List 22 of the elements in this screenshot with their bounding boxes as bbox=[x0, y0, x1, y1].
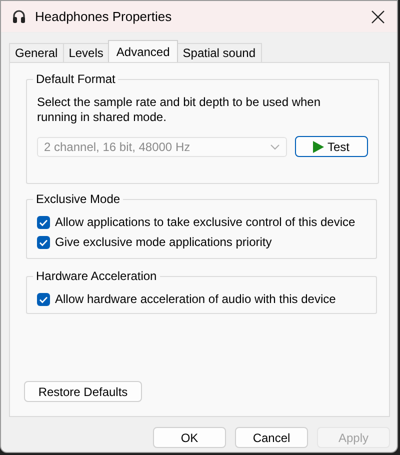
checkbox-label: Allow hardware acceleration of audio with this device bbox=[55, 292, 336, 306]
group-title: Hardware Acceleration bbox=[35, 269, 158, 283]
checkbox[interactable] bbox=[37, 292, 50, 306]
group-title: Exclusive Mode bbox=[35, 192, 122, 206]
dialog-button[interactable]: Cancel bbox=[235, 427, 308, 448]
headphones-icon bbox=[12, 9, 26, 24]
checkbox[interactable] bbox=[37, 236, 50, 248]
checkbox-label: Allow applications to take exclusive control of this device bbox=[55, 215, 356, 229]
test-button[interactable]: Test bbox=[295, 136, 368, 157]
chevron-down-icon bbox=[270, 144, 280, 150]
description-text: Select the sample rate and bit depth to be used when running in shared mode. bbox=[37, 95, 322, 125]
tab[interactable]: Spatial sound bbox=[176, 43, 262, 62]
close-icon[interactable] bbox=[371, 10, 385, 24]
play-icon bbox=[313, 140, 324, 152]
dialog-button[interactable]: OK bbox=[153, 427, 226, 448]
window-title: Headphones Properties bbox=[35, 9, 173, 24]
restore-defaults-button[interactable]: Restore Defaults bbox=[24, 381, 142, 402]
checkbox[interactable] bbox=[37, 216, 50, 228]
tab[interactable]: General bbox=[9, 43, 64, 62]
tab[interactable]: Advanced bbox=[108, 40, 178, 62]
group-title: Default Format bbox=[35, 72, 116, 86]
checkbox-label: Give exclusive mode applications priority bbox=[55, 235, 272, 249]
